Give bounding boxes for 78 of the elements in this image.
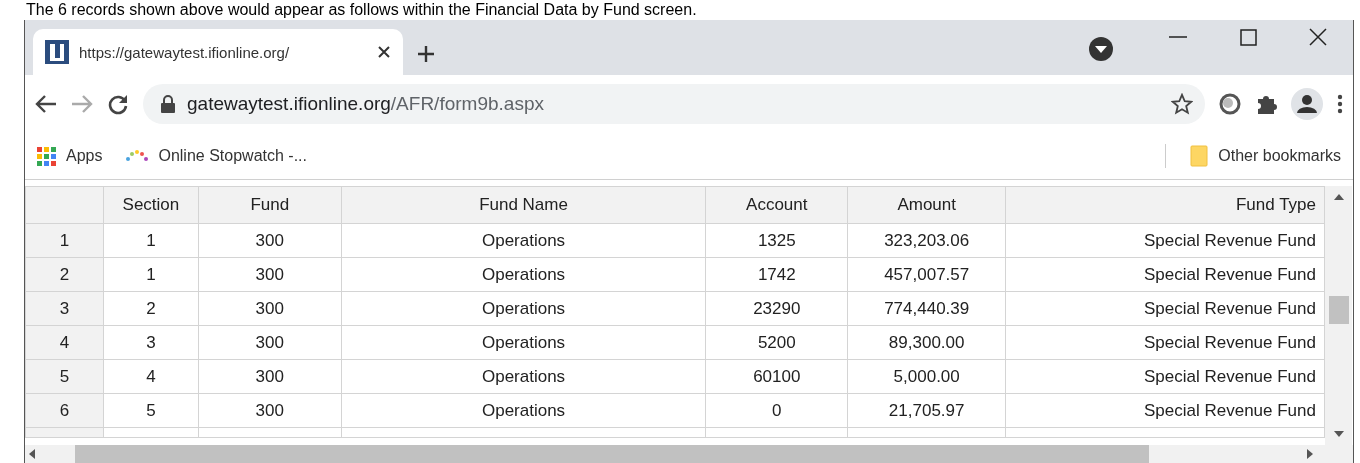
table-cell: 5,000.00 xyxy=(847,359,1006,394)
table-cell: Operations xyxy=(341,359,706,394)
lock-icon xyxy=(161,95,175,113)
close-tab-icon[interactable] xyxy=(377,45,391,59)
row-number: 2 xyxy=(25,257,104,292)
menu-icon[interactable] xyxy=(1337,94,1343,114)
table-cell: 300 xyxy=(198,359,342,394)
row-number: 6 xyxy=(25,393,104,428)
column-header[interactable]: Fund Name xyxy=(341,186,706,224)
bookmark-link[interactable]: Other bookmarks xyxy=(1218,147,1341,165)
vertical-scrollbar[interactable] xyxy=(1325,186,1352,445)
dots-icon xyxy=(126,150,149,162)
row-number: 1 xyxy=(25,223,104,258)
table-cell: 21,705.97 xyxy=(847,393,1006,428)
table-cell: 457,007.57 xyxy=(847,257,1006,292)
folder-icon xyxy=(1190,145,1209,167)
table-cell: 3 xyxy=(103,325,199,360)
scroll-thumb[interactable] xyxy=(75,445,1149,463)
browser-tab[interactable]: https://gatewaytest.ifionline.org/ xyxy=(33,29,403,75)
table-cell: 23290 xyxy=(705,291,848,326)
table-cell: 89,300.00 xyxy=(847,325,1006,360)
scroll-thumb[interactable] xyxy=(1328,296,1349,324)
row-number: 4 xyxy=(25,325,104,360)
horizontal-scrollbar[interactable] xyxy=(25,445,1353,463)
apps-grid-icon xyxy=(37,146,56,166)
new-tab-icon[interactable] xyxy=(417,45,435,63)
column-header[interactable]: Fund xyxy=(198,186,342,224)
address-bar[interactable]: gatewaytest.ifionline.org/AFR/form9b.aspx xyxy=(143,84,1205,124)
table-cell: Special Revenue Fund xyxy=(1005,291,1325,326)
table-cell: 300 xyxy=(198,393,342,428)
table-cell: 2 xyxy=(103,291,199,326)
table-cell: 5200 xyxy=(705,325,848,360)
extension-icon[interactable] xyxy=(1219,93,1241,115)
profile-icon[interactable] xyxy=(1291,88,1323,120)
table-cell: Operations xyxy=(341,223,706,258)
column-header[interactable]: Fund Type xyxy=(1005,186,1325,224)
table-cell: 1 xyxy=(103,257,199,292)
table-cell: Operations xyxy=(341,325,706,360)
table-cell: 1325 xyxy=(705,223,848,258)
table-cell: Special Revenue Fund xyxy=(1005,393,1325,428)
table-cell: 0 xyxy=(705,393,848,428)
scroll-right-arrow-icon[interactable] xyxy=(1307,449,1313,459)
table-cell: Operations xyxy=(341,257,706,292)
table-cell: Special Revenue Fund xyxy=(1005,325,1325,360)
scroll-up-arrow-icon[interactable] xyxy=(1333,194,1344,200)
row-number: 5 xyxy=(25,359,104,394)
column-header[interactable]: Amount xyxy=(847,186,1006,224)
table-cell: 300 xyxy=(198,223,342,258)
caption-text: The 6 records shown above would appear as follows within the Financial Data by Fund screen. xyxy=(25,0,698,20)
table-cell: 323,203.06 xyxy=(847,223,1006,258)
column-header[interactable]: Account xyxy=(705,186,848,224)
star-icon[interactable] xyxy=(1171,93,1193,115)
table-cell: Operations xyxy=(341,291,706,326)
table-cell: 300 xyxy=(198,291,342,326)
table-cell: Special Revenue Fund xyxy=(1005,257,1325,292)
back-icon[interactable] xyxy=(35,94,57,114)
table-cell: 300 xyxy=(198,325,342,360)
puzzle-icon[interactable] xyxy=(1255,93,1277,115)
table-cell: Operations xyxy=(341,393,706,428)
table-cell: 1742 xyxy=(705,257,848,292)
table-cell: 4 xyxy=(103,359,199,394)
scroll-down-arrow-icon[interactable] xyxy=(1333,431,1344,437)
column-header[interactable]: Section xyxy=(103,186,199,224)
tab-title: https://gatewaytest.ifionline.org/ xyxy=(79,43,291,61)
scroll-left-arrow-icon[interactable] xyxy=(29,449,35,459)
table-cell: 1 xyxy=(103,223,199,258)
bookmark-link[interactable]: Apps xyxy=(66,147,103,165)
table-cell: Special Revenue Fund xyxy=(1005,359,1325,394)
table-cell: 60100 xyxy=(705,359,848,394)
table-cell: Special Revenue Fund xyxy=(1005,223,1325,258)
table-cell: 5 xyxy=(103,393,199,428)
table-cell: 774,440.39 xyxy=(847,291,1006,326)
bookmark-link[interactable]: Online Stopwatch -... xyxy=(158,147,307,165)
reload-icon[interactable] xyxy=(107,93,129,115)
table-cell: 300 xyxy=(198,257,342,292)
site-logo-icon xyxy=(45,40,69,64)
tab-search-icon[interactable] xyxy=(1089,37,1113,61)
row-number: 3 xyxy=(25,291,104,326)
